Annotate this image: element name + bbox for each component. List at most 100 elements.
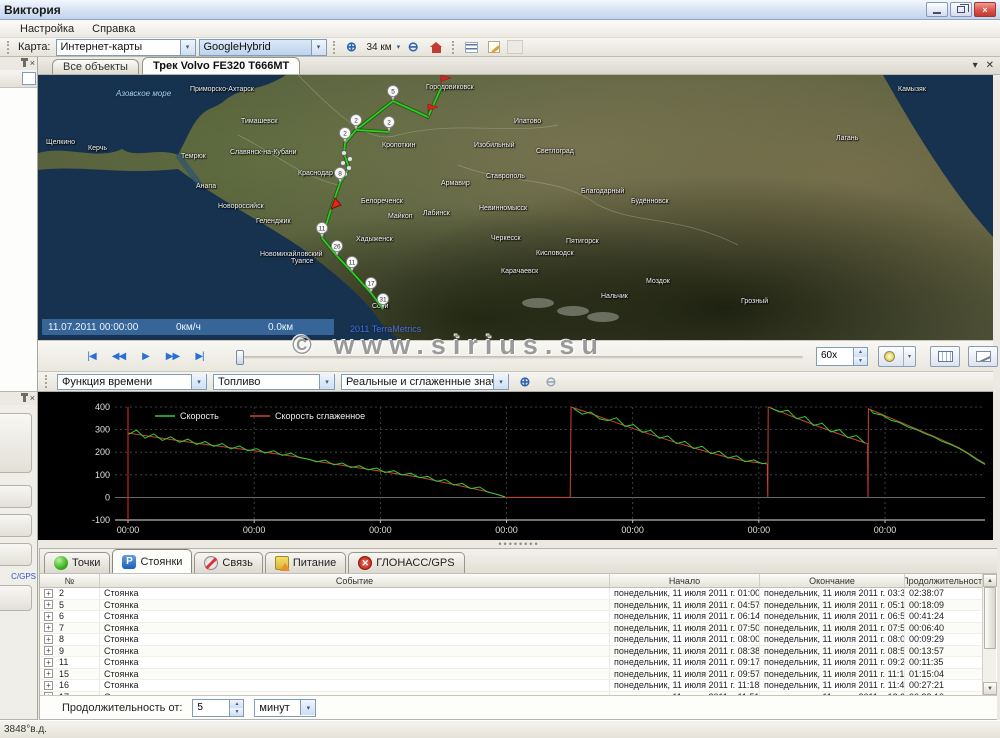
close-icon[interactable]: × <box>30 59 35 68</box>
close-icon[interactable]: × <box>30 394 35 403</box>
slider-thumb[interactable] <box>236 350 244 365</box>
events-tab-3[interactable]: Связь <box>194 552 262 573</box>
duration-value-spinner[interactable]: 5 ▲▼ <box>192 699 244 717</box>
close-button[interactable]: × <box>974 2 996 17</box>
map-source-combobox[interactable]: Интернет-карты ▾ <box>56 39 196 56</box>
zoom-in-button[interactable]: ⊕ <box>342 39 362 56</box>
chevron-down-icon[interactable]: ▾ <box>493 374 508 389</box>
column-header-4[interactable]: Окончание <box>760 574 905 587</box>
waypoint-dot[interactable] <box>348 157 353 162</box>
show-table-button[interactable] <box>930 346 960 367</box>
scroll-down-icon[interactable]: ▼ <box>983 682 997 695</box>
waypoint-dot[interactable] <box>342 151 347 156</box>
row-expander[interactable]: + <box>44 623 53 632</box>
zoom-out-button[interactable]: ⊖ <box>403 39 423 56</box>
table-row[interactable]: +9Стоянкапонедельник, 11 июля 2011 г. 08… <box>40 646 996 658</box>
time-function-combobox[interactable]: Функция времени ▾ <box>57 374 207 390</box>
menu-item-help[interactable]: Справка <box>84 22 143 36</box>
table-row[interactable]: +2Стоянкапонедельник, 11 июля 2011 г. 01… <box>40 588 996 600</box>
pin-icon[interactable] <box>23 395 26 402</box>
column-header-1[interactable]: № <box>40 574 100 587</box>
row-expander[interactable]: + <box>44 658 53 667</box>
list-button[interactable] <box>461 39 481 56</box>
rewind-button[interactable]: ◀◀ <box>105 345 132 367</box>
table-row[interactable]: +8Стоянкапонедельник, 11 июля 2011 г. 08… <box>40 634 996 646</box>
column-header-2[interactable]: Событие <box>100 574 610 587</box>
waypoint-dot[interactable] <box>341 161 346 166</box>
home-button[interactable] <box>426 39 446 56</box>
spin-down-icon[interactable]: ▼ <box>230 708 243 716</box>
row-expander[interactable]: + <box>44 600 53 609</box>
row-expander[interactable]: + <box>44 646 53 655</box>
playback-slider[interactable] <box>238 356 803 359</box>
table-row[interactable]: +7Стоянкапонедельник, 11 июля 2011 г. 07… <box>40 623 996 635</box>
scroll-up-icon[interactable]: ▲ <box>983 574 997 587</box>
title-bar[interactable]: Виктория × <box>0 0 1000 20</box>
events-tab-5[interactable]: ✕ГЛОНАСС/GPS <box>348 552 464 573</box>
table-row[interactable]: +16Стоянкапонедельник, 11 июля 2011 г. 1… <box>40 680 996 692</box>
events-tab-2[interactable]: PСтоянки <box>112 549 192 573</box>
speed-chart[interactable]: 4003002001000-10000:0000:0000:0000:0000:… <box>38 392 993 540</box>
waypoint-marker[interactable]: 11 <box>316 222 327 238</box>
duration-unit-combobox[interactable]: минут ▾ <box>254 699 316 717</box>
chart-zoom-out-button[interactable]: ⊖ <box>541 373 561 390</box>
spin-up-icon[interactable]: ▲ <box>230 700 243 708</box>
events-tab-4[interactable]: Питание <box>265 552 346 573</box>
sidebar-button[interactable] <box>0 585 32 611</box>
first-button[interactable]: |◀ <box>78 345 105 367</box>
column-header-5[interactable]: Продолжительность <box>905 574 985 587</box>
last-button[interactable]: ▶| <box>186 345 213 367</box>
chevron-down-icon[interactable]: ▾ <box>973 60 978 71</box>
fuel-combobox[interactable]: Топливо ▾ <box>213 374 335 390</box>
zoom-scale-value[interactable]: 34 км <box>365 42 394 53</box>
sidebar-button[interactable] <box>0 485 32 508</box>
table-row[interactable]: +6Стоянкапонедельник, 11 июля 2011 г. 06… <box>40 611 996 623</box>
row-expander[interactable]: + <box>44 681 53 690</box>
tab-track-volvo[interactable]: Трек Volvo FE320 T666MT <box>142 57 300 74</box>
waypoint-marker[interactable]: 5 <box>387 85 398 101</box>
events-tab-1[interactable]: Точки <box>44 552 110 573</box>
scroll-thumb[interactable] <box>984 587 996 649</box>
table-row[interactable]: +15Стоянкапонедельник, 11 июля 2011 г. 0… <box>40 669 996 681</box>
chart-zoom-in-button[interactable]: ⊕ <box>515 373 535 390</box>
table-row[interactable]: +5Стоянкапонедельник, 11 июля 2011 г. 04… <box>40 600 996 612</box>
spin-down-icon[interactable]: ▼ <box>854 357 867 366</box>
column-header-3[interactable]: Начало <box>610 574 760 587</box>
minimize-button[interactable] <box>926 2 948 17</box>
close-icon[interactable]: ✕ <box>986 60 994 71</box>
fast-forward-button[interactable]: ▶▶ <box>159 345 186 367</box>
row-expander[interactable]: + <box>44 612 53 621</box>
chevron-down-icon[interactable]: ▾ <box>191 374 206 389</box>
spin-up-icon[interactable]: ▲ <box>854 348 867 357</box>
sidebar-button[interactable] <box>0 543 32 566</box>
waypoint-dot[interactable] <box>347 166 352 171</box>
chevron-down-icon[interactable]: ▾ <box>903 347 915 366</box>
chevron-down-icon[interactable]: ▾ <box>319 374 334 389</box>
table-scrollbar[interactable]: ▲ ▼ <box>982 574 996 695</box>
waypoint-marker[interactable]: 8 <box>334 167 345 183</box>
table-row[interactable]: +11Стоянкапонедельник, 11 июля 2011 г. 0… <box>40 657 996 669</box>
panel-splitter[interactable]: •••••••• <box>38 540 1000 548</box>
tab-all-objects[interactable]: Все объекты <box>52 59 139 74</box>
sidebar-button[interactable] <box>0 514 32 537</box>
playback-speed-spinner[interactable]: 60x ▲▼ <box>816 347 868 366</box>
pin-icon[interactable] <box>23 60 26 67</box>
waypoint-marker[interactable]: 2 <box>383 116 394 132</box>
chevron-down-icon[interactable]: ▾ <box>397 43 401 51</box>
menu-item-settings[interactable]: Настройка <box>12 22 82 36</box>
edit-button[interactable] <box>484 39 504 56</box>
show-chart-button[interactable] <box>968 346 998 367</box>
chevron-down-icon[interactable]: ▾ <box>300 700 315 715</box>
row-expander[interactable]: + <box>44 669 53 678</box>
values-mode-combobox[interactable]: Реальные и сглаженные значен ▾ <box>341 374 509 390</box>
play-button[interactable]: ▶ <box>132 345 159 367</box>
map-view[interactable]: Азовское мореПриморско-АхтарскГородовико… <box>38 75 993 340</box>
row-expander[interactable]: + <box>44 589 53 598</box>
restore-button[interactable] <box>950 2 972 17</box>
chevron-down-icon[interactable]: ▾ <box>311 40 326 55</box>
chevron-down-icon[interactable]: ▾ <box>180 40 195 55</box>
row-expander[interactable]: + <box>44 635 53 644</box>
sidebar-button[interactable] <box>0 413 32 473</box>
map-provider-combobox[interactable]: GoogleHybrid ▾ <box>199 39 327 56</box>
flag-marker[interactable] <box>441 75 451 88</box>
